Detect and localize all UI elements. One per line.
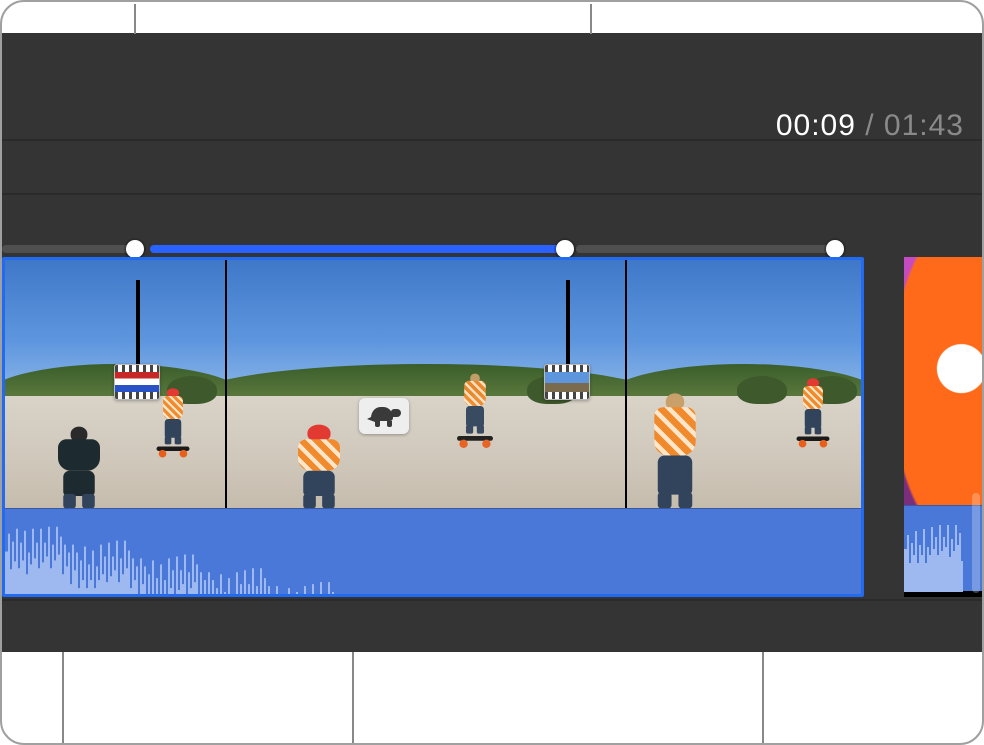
callout-leader [62, 652, 64, 745]
speed-slider-track[interactable] [2, 239, 864, 257]
speed-handle[interactable] [826, 240, 844, 258]
callout-leader [352, 652, 354, 745]
turtle-icon [367, 405, 401, 427]
speed-segment-normal[interactable] [2, 245, 134, 253]
vertical-scrollbar[interactable] [972, 493, 980, 593]
speed-segment-normal[interactable] [576, 245, 834, 253]
total-duration: 01:43 [884, 109, 964, 142]
screenshot-frame: 00:09 / 01:43 [0, 0, 984, 745]
time-separator: / [856, 109, 884, 142]
divider [2, 139, 984, 141]
speed-handle[interactable] [126, 240, 144, 258]
waveform-icon [5, 509, 861, 594]
film-strip-icon [544, 364, 590, 400]
clip-thumbnail [904, 257, 984, 505]
time-display: 00:09 / 01:43 [776, 109, 964, 143]
callout-leader [762, 652, 764, 745]
video-editor-panel: 00:09 / 01:43 [2, 33, 984, 652]
slow-speed-badge [359, 398, 409, 434]
film-strip-icon [114, 364, 160, 400]
callout-leader [134, 4, 136, 34]
divider [2, 193, 984, 195]
speed-segment-slow[interactable] [150, 245, 564, 253]
callout-leader [590, 4, 592, 34]
speed-handle[interactable] [556, 240, 574, 258]
clip-thumbnails [5, 260, 861, 508]
timeline-track[interactable] [2, 239, 984, 597]
playhead-time: 00:09 [776, 109, 856, 142]
clip-thumbnail [625, 260, 861, 508]
clip-audio-waveform[interactable] [5, 508, 861, 594]
divider [2, 599, 984, 601]
timeline-clip-selected[interactable] [2, 257, 864, 597]
